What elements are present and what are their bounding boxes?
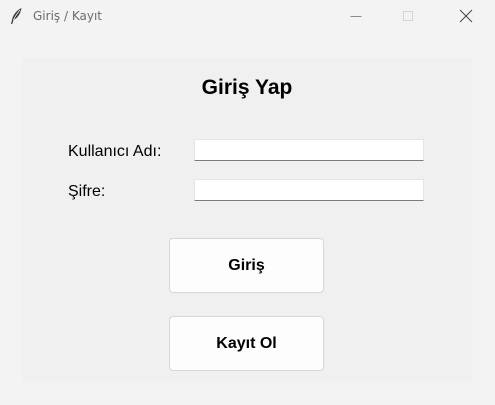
feather-icon <box>8 7 24 25</box>
window-title: Giriş / Kayıt <box>33 9 102 23</box>
username-input[interactable] <box>194 139 424 161</box>
close-icon <box>459 9 473 23</box>
password-input[interactable] <box>194 179 424 201</box>
title-bar: Giriş / Kayıt <box>0 0 495 34</box>
minimize-icon <box>350 16 362 17</box>
register-button[interactable]: Kayıt Ol <box>169 316 324 371</box>
minimize-button[interactable] <box>333 0 379 32</box>
password-label: Şifre: <box>68 183 106 200</box>
page-title: Giriş Yap <box>201 76 293 99</box>
close-button[interactable] <box>443 0 489 32</box>
login-panel: Giriş Yap Kullanıcı Adı: Şifre: Giriş Ka… <box>22 58 472 383</box>
username-label: Kullanıcı Adı: <box>68 143 162 160</box>
maximize-button[interactable] <box>385 0 431 32</box>
login-button[interactable]: Giriş <box>169 238 324 293</box>
maximize-icon <box>403 11 413 21</box>
